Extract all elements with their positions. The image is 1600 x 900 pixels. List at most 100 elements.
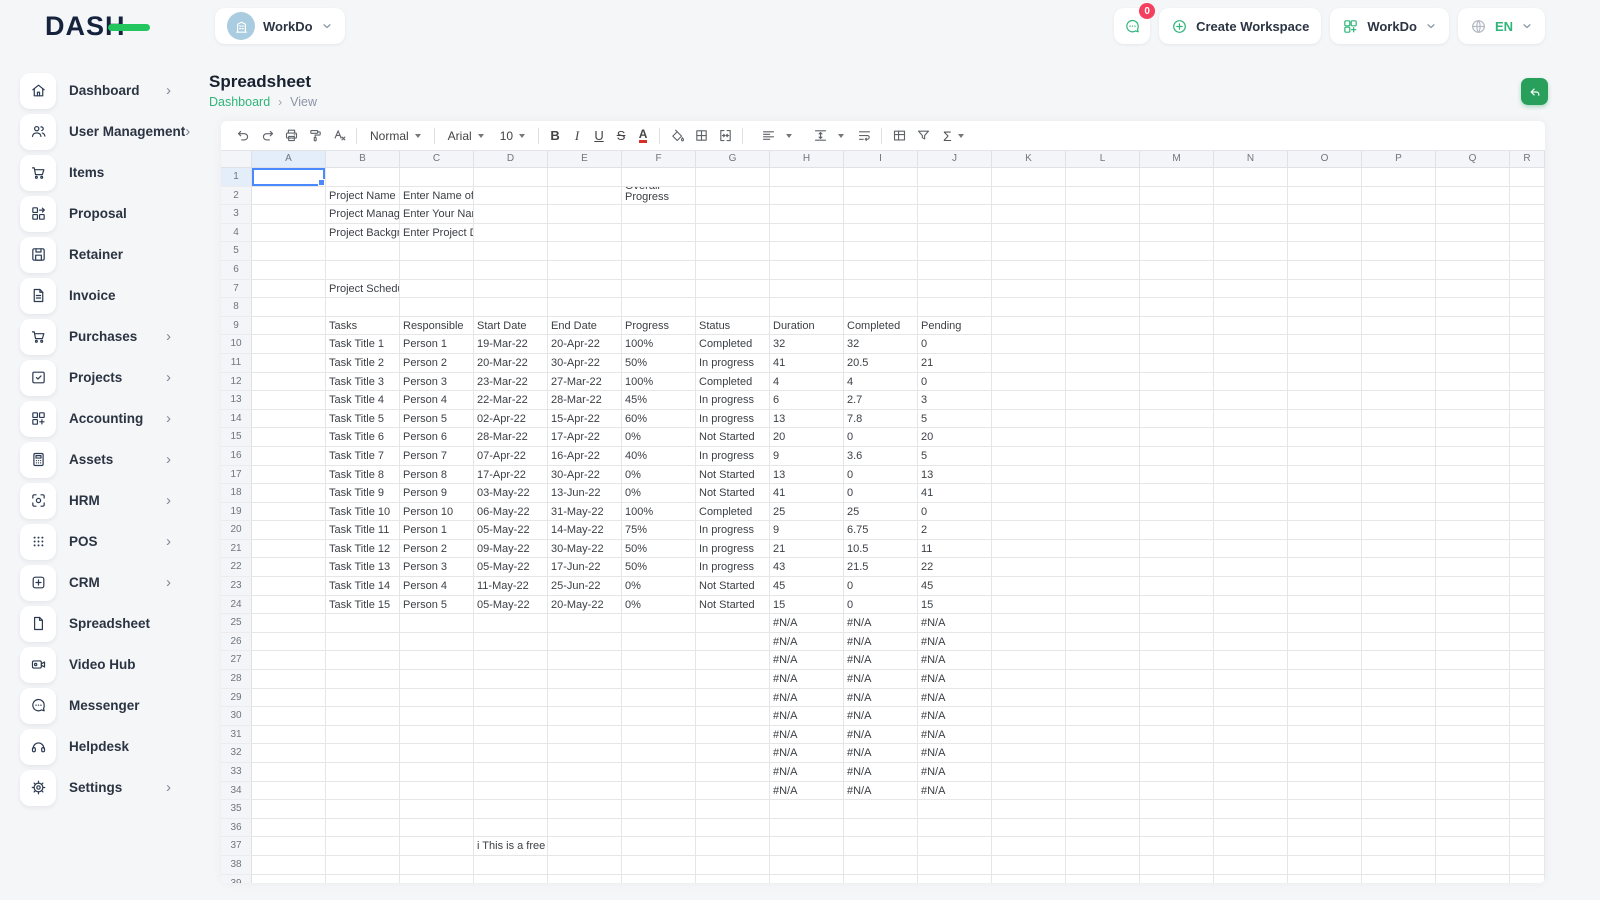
grid-cell-F20[interactable]: 75% — [622, 521, 696, 540]
grid-cell-L18[interactable] — [1066, 484, 1140, 503]
grid-cell-L34[interactable] — [1066, 782, 1140, 801]
grid-cell-Q3[interactable] — [1436, 205, 1510, 224]
grid-cell-D19[interactable]: 06-May-22 — [474, 503, 548, 522]
grid-cell-J24[interactable]: 15 — [918, 596, 992, 615]
row-header-35[interactable]: 35 — [221, 800, 252, 819]
grid-cell-P33[interactable] — [1362, 763, 1436, 782]
grid-cell-R7[interactable] — [1510, 280, 1545, 299]
grid-cell-D17[interactable]: 17-Apr-22 — [474, 466, 548, 485]
grid-cell-J25[interactable]: #N/A — [918, 614, 992, 633]
grid-cell-F1[interactable] — [622, 168, 696, 187]
grid-cell-R2[interactable] — [1510, 187, 1545, 206]
grid-cell-C15[interactable]: Person 6 — [400, 428, 474, 447]
grid-cell-O19[interactable] — [1288, 503, 1362, 522]
grid-cell-D12[interactable]: 23-Mar-22 — [474, 373, 548, 392]
grid-cell-Q13[interactable] — [1436, 391, 1510, 410]
grid-cell-C19[interactable]: Person 10 — [400, 503, 474, 522]
grid-cell-I12[interactable]: 4 — [844, 373, 918, 392]
grid-cell-F3[interactable] — [622, 205, 696, 224]
grid-cell-G37[interactable] — [696, 837, 770, 856]
grid-cell-I32[interactable]: #N/A — [844, 744, 918, 763]
grid-cell-R27[interactable] — [1510, 651, 1545, 670]
grid-cell-C10[interactable]: Person 1 — [400, 335, 474, 354]
grid-cell-P2[interactable] — [1362, 187, 1436, 206]
grid-cell-F27[interactable] — [622, 651, 696, 670]
grid-cell-E24[interactable]: 20-May-22 — [548, 596, 622, 615]
freeze-icon[interactable] — [887, 125, 911, 147]
row-header-30[interactable]: 30 — [221, 707, 252, 726]
grid-cell-I14[interactable]: 7.8 — [844, 410, 918, 429]
grid-cell-L11[interactable] — [1066, 354, 1140, 373]
grid-cell-N35[interactable] — [1214, 800, 1288, 819]
grid-cell-O28[interactable] — [1288, 670, 1362, 689]
grid-cell-Q7[interactable] — [1436, 280, 1510, 299]
grid-cell-G31[interactable] — [696, 726, 770, 745]
grid-cell-D29[interactable] — [474, 689, 548, 708]
grid-cell-B2[interactable]: Project Name 4 — [326, 187, 400, 206]
grid-cell-A3[interactable] — [252, 205, 326, 224]
grid-cell-M39[interactable] — [1140, 875, 1214, 883]
grid-cell-C16[interactable]: Person 7 — [400, 447, 474, 466]
grid-cell-I13[interactable]: 2.7 — [844, 391, 918, 410]
breadcrumb-link-dashboard[interactable]: Dashboard — [209, 95, 270, 109]
grid-cell-P27[interactable] — [1362, 651, 1436, 670]
grid-cell-B4[interactable]: Project Background — [326, 224, 400, 243]
grid-cell-P4[interactable] — [1362, 224, 1436, 243]
row-header-27[interactable]: 27 — [221, 651, 252, 670]
grid-cell-D33[interactable] — [474, 763, 548, 782]
grid-cell-D7[interactable] — [474, 280, 548, 299]
grid-cell-H38[interactable] — [770, 856, 844, 875]
grid-cell-C37[interactable] — [400, 837, 474, 856]
sidebar-item-invoice[interactable]: Invoice — [20, 275, 205, 316]
grid-cell-M27[interactable] — [1140, 651, 1214, 670]
grid-cell-P35[interactable] — [1362, 800, 1436, 819]
grid-cell-D20[interactable]: 05-May-22 — [474, 521, 548, 540]
grid-cell-I10[interactable]: 32 — [844, 335, 918, 354]
grid-cell-E7[interactable] — [548, 280, 622, 299]
grid-cell-J27[interactable]: #N/A — [918, 651, 992, 670]
grid-cell-M17[interactable] — [1140, 466, 1214, 485]
grid-cell-R23[interactable] — [1510, 577, 1545, 596]
grid-cell-O11[interactable] — [1288, 354, 1362, 373]
grid-cell-E4[interactable] — [548, 224, 622, 243]
grid-cell-R37[interactable] — [1510, 837, 1545, 856]
grid-cell-J30[interactable]: #N/A — [918, 707, 992, 726]
grid-cell-I34[interactable]: #N/A — [844, 782, 918, 801]
grid-cell-L31[interactable] — [1066, 726, 1140, 745]
grid-cell-E34[interactable] — [548, 782, 622, 801]
grid-cell-I23[interactable]: 0 — [844, 577, 918, 596]
grid-cell-D3[interactable] — [474, 205, 548, 224]
grid-cell-F29[interactable] — [622, 689, 696, 708]
grid-cell-E25[interactable] — [548, 614, 622, 633]
sidebar-item-projects[interactable]: Projects› — [20, 357, 205, 398]
sidebar-item-user-management[interactable]: User Management› — [20, 111, 205, 152]
grid-cell-I4[interactable] — [844, 224, 918, 243]
grid-cell-F2[interactable]: Overall Progress — [622, 187, 696, 206]
grid-cell-M11[interactable] — [1140, 354, 1214, 373]
grid-cell-O14[interactable] — [1288, 410, 1362, 429]
grid-cell-L24[interactable] — [1066, 596, 1140, 615]
row-header-17[interactable]: 17 — [221, 466, 252, 485]
grid-cell-P31[interactable] — [1362, 726, 1436, 745]
grid-cell-H27[interactable]: #N/A — [770, 651, 844, 670]
redo-icon[interactable] — [255, 125, 279, 147]
grid-cell-Q5[interactable] — [1436, 242, 1510, 261]
grid-cell-E5[interactable] — [548, 242, 622, 261]
row-header-24[interactable]: 24 — [221, 596, 252, 615]
paint-format-icon[interactable] — [303, 125, 327, 147]
grid-cell-J19[interactable]: 0 — [918, 503, 992, 522]
grid-cell-F10[interactable]: 100% — [622, 335, 696, 354]
grid-cell-B8[interactable] — [326, 298, 400, 317]
grid-cell-C9[interactable]: Responsible — [400, 317, 474, 336]
grid-cell-A19[interactable] — [252, 503, 326, 522]
grid-cell-G36[interactable] — [696, 819, 770, 838]
grid-cell-B31[interactable] — [326, 726, 400, 745]
grid-cell-J15[interactable]: 20 — [918, 428, 992, 447]
grid-cell-L10[interactable] — [1066, 335, 1140, 354]
grid-cell-F23[interactable]: 0% — [622, 577, 696, 596]
grid-cell-C32[interactable] — [400, 744, 474, 763]
grid-cell-F37[interactable] — [622, 837, 696, 856]
grid-cell-N31[interactable] — [1214, 726, 1288, 745]
grid-cell-H1[interactable] — [770, 168, 844, 187]
grid-cell-H29[interactable]: #N/A — [770, 689, 844, 708]
